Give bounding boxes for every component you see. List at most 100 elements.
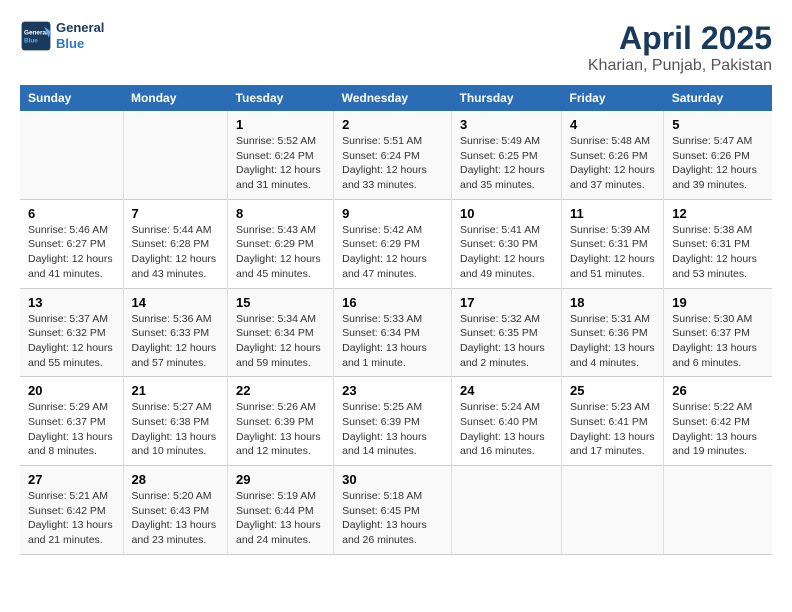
- day-info: Sunrise: 5:26 AMSunset: 6:39 PMDaylight:…: [236, 400, 325, 459]
- calendar-week-row: 13Sunrise: 5:37 AMSunset: 6:32 PMDayligh…: [20, 288, 772, 377]
- day-info: Sunrise: 5:36 AMSunset: 6:33 PMDaylight:…: [132, 312, 220, 371]
- day-number: 13: [28, 295, 115, 310]
- calendar-cell: [20, 111, 123, 199]
- title-area: April 2025 Kharian, Punjab, Pakistan: [588, 20, 772, 75]
- day-number: 27: [28, 472, 115, 487]
- calendar-cell: 12 Sunrise: 5:38 AMSunset: 6:31 PMDayligh…: [664, 199, 772, 288]
- calendar-cell: 22 Sunrise: 5:26 AMSunset: 6:39 PMDayligh…: [228, 377, 334, 466]
- day-number: 23: [342, 383, 443, 398]
- calendar-cell: 13Sunrise: 5:37 AMSunset: 6:32 PMDayligh…: [20, 288, 123, 377]
- day-info: Sunrise: 5:27 AMSunset: 6:38 PMDaylight:…: [132, 400, 220, 459]
- day-number: 24: [460, 383, 553, 398]
- calendar-cell: 8Sunrise: 5:43 AMSunset: 6:29 PMDaylight…: [228, 199, 334, 288]
- day-info: Sunrise: 5:23 AMSunset: 6:41 PMDaylight:…: [570, 400, 655, 459]
- day-info: Sunrise: 5:44 AMSunset: 6:28 PMDaylight:…: [132, 223, 220, 282]
- calendar-cell: 5 Sunrise: 5:47 AMSunset: 6:26 PMDaylight…: [664, 111, 772, 199]
- day-number: 9: [342, 206, 443, 221]
- calendar-cell: 1Sunrise: 5:52 AMSunset: 6:24 PMDaylight…: [228, 111, 334, 199]
- day-number: 18: [570, 295, 655, 310]
- calendar-week-row: 1Sunrise: 5:52 AMSunset: 6:24 PMDaylight…: [20, 111, 772, 199]
- day-number: 19: [672, 295, 764, 310]
- day-number: 20: [28, 383, 115, 398]
- calendar-cell: 19 Sunrise: 5:30 AMSunset: 6:37 PMDayligh…: [664, 288, 772, 377]
- day-info: Sunrise: 5:21 AMSunset: 6:42 PMDaylight:…: [28, 489, 115, 548]
- calendar-cell: 2 Sunrise: 5:51 AMSunset: 6:24 PMDaylight…: [334, 111, 452, 199]
- day-info: Sunrise: 5:30 AMSunset: 6:37 PMDaylight:…: [672, 312, 764, 371]
- calendar-cell: 24 Sunrise: 5:24 AMSunset: 6:40 PMDayligh…: [452, 377, 562, 466]
- day-info: Sunrise: 5:38 AMSunset: 6:31 PMDaylight:…: [672, 223, 764, 282]
- calendar-cell: [562, 466, 664, 555]
- calendar-week-row: 6 Sunrise: 5:46 AMSunset: 6:27 PMDaylight…: [20, 199, 772, 288]
- day-info: Sunrise: 5:39 AMSunset: 6:31 PMDaylight:…: [570, 223, 655, 282]
- logo-text: General Blue: [56, 20, 104, 51]
- calendar-header-row: SundayMondayTuesdayWednesdayThursdayFrid…: [20, 85, 772, 111]
- header-saturday: Saturday: [664, 85, 772, 111]
- day-number: 10: [460, 206, 553, 221]
- calendar-cell: [123, 111, 228, 199]
- day-info: Sunrise: 5:46 AMSunset: 6:27 PMDaylight:…: [28, 223, 115, 282]
- day-info: Sunrise: 5:42 AMSunset: 6:29 PMDaylight:…: [342, 223, 443, 282]
- day-info: Sunrise: 5:24 AMSunset: 6:40 PMDaylight:…: [460, 400, 553, 459]
- day-info: Sunrise: 5:33 AMSunset: 6:34 PMDaylight:…: [342, 312, 443, 371]
- calendar-cell: 14Sunrise: 5:36 AMSunset: 6:33 PMDayligh…: [123, 288, 228, 377]
- header-sunday: Sunday: [20, 85, 123, 111]
- header-monday: Monday: [123, 85, 228, 111]
- calendar-cell: 7Sunrise: 5:44 AMSunset: 6:28 PMDaylight…: [123, 199, 228, 288]
- calendar-week-row: 20 Sunrise: 5:29 AMSunset: 6:37 PMDayligh…: [20, 377, 772, 466]
- day-number: 21: [132, 383, 220, 398]
- day-info: Sunrise: 5:18 AMSunset: 6:45 PMDaylight:…: [342, 489, 443, 548]
- day-number: 22: [236, 383, 325, 398]
- header-wednesday: Wednesday: [334, 85, 452, 111]
- calendar-cell: 21 Sunrise: 5:27 AMSunset: 6:38 PMDayligh…: [123, 377, 228, 466]
- header-thursday: Thursday: [452, 85, 562, 111]
- day-info: Sunrise: 5:51 AMSunset: 6:24 PMDaylight:…: [342, 134, 443, 193]
- day-number: 2: [342, 117, 443, 132]
- calendar-cell: [664, 466, 772, 555]
- calendar-week-row: 27 Sunrise: 5:21 AMSunset: 6:42 PMDayligh…: [20, 466, 772, 555]
- header-tuesday: Tuesday: [228, 85, 334, 111]
- logo-icon: General Blue: [20, 20, 52, 52]
- day-number: 28: [132, 472, 220, 487]
- day-number: 8: [236, 206, 325, 221]
- calendar-cell: 27 Sunrise: 5:21 AMSunset: 6:42 PMDayligh…: [20, 466, 123, 555]
- day-number: 12: [672, 206, 764, 221]
- header-friday: Friday: [562, 85, 664, 111]
- calendar-cell: 17Sunrise: 5:32 AMSunset: 6:35 PMDayligh…: [452, 288, 562, 377]
- day-number: 1: [236, 117, 325, 132]
- day-info: Sunrise: 5:31 AMSunset: 6:36 PMDaylight:…: [570, 312, 655, 371]
- day-info: Sunrise: 5:20 AMSunset: 6:43 PMDaylight:…: [132, 489, 220, 548]
- calendar-table: SundayMondayTuesdayWednesdayThursdayFrid…: [20, 85, 772, 555]
- calendar-title: April 2025: [588, 20, 772, 57]
- day-info: Sunrise: 5:48 AMSunset: 6:26 PMDaylight:…: [570, 134, 655, 193]
- day-number: 4: [570, 117, 655, 132]
- calendar-cell: 28 Sunrise: 5:20 AMSunset: 6:43 PMDayligh…: [123, 466, 228, 555]
- day-number: 26: [672, 383, 764, 398]
- calendar-cell: 10 Sunrise: 5:41 AMSunset: 6:30 PMDayligh…: [452, 199, 562, 288]
- calendar-cell: 16Sunrise: 5:33 AMSunset: 6:34 PMDayligh…: [334, 288, 452, 377]
- calendar-cell: 6 Sunrise: 5:46 AMSunset: 6:27 PMDaylight…: [20, 199, 123, 288]
- day-info: Sunrise: 5:47 AMSunset: 6:26 PMDaylight:…: [672, 134, 764, 193]
- day-info: Sunrise: 5:49 AMSunset: 6:25 PMDaylight:…: [460, 134, 553, 193]
- day-info: Sunrise: 5:41 AMSunset: 6:30 PMDaylight:…: [460, 223, 553, 282]
- day-number: 5: [672, 117, 764, 132]
- calendar-cell: 26Sunrise: 5:22 AMSunset: 6:42 PMDayligh…: [664, 377, 772, 466]
- calendar-cell: 25 Sunrise: 5:23 AMSunset: 6:41 PMDayligh…: [562, 377, 664, 466]
- day-number: 25: [570, 383, 655, 398]
- calendar-cell: 15Sunrise: 5:34 AMSunset: 6:34 PMDayligh…: [228, 288, 334, 377]
- svg-text:General: General: [24, 29, 48, 36]
- day-number: 6: [28, 206, 115, 221]
- day-number: 15: [236, 295, 325, 310]
- calendar-cell: 9 Sunrise: 5:42 AMSunset: 6:29 PMDaylight…: [334, 199, 452, 288]
- day-number: 3: [460, 117, 553, 132]
- calendar-cell: 4 Sunrise: 5:48 AMSunset: 6:26 PMDaylight…: [562, 111, 664, 199]
- day-info: Sunrise: 5:29 AMSunset: 6:37 PMDaylight:…: [28, 400, 115, 459]
- calendar-cell: 18 Sunrise: 5:31 AMSunset: 6:36 PMDayligh…: [562, 288, 664, 377]
- calendar-cell: 23Sunrise: 5:25 AMSunset: 6:39 PMDayligh…: [334, 377, 452, 466]
- day-number: 30: [342, 472, 443, 487]
- page-header: General Blue General Blue April 2025 Kha…: [20, 20, 772, 75]
- calendar-subtitle: Kharian, Punjab, Pakistan: [588, 57, 772, 75]
- calendar-cell: [452, 466, 562, 555]
- day-number: 17: [460, 295, 553, 310]
- calendar-cell: 20 Sunrise: 5:29 AMSunset: 6:37 PMDayligh…: [20, 377, 123, 466]
- calendar-cell: 29Sunrise: 5:19 AMSunset: 6:44 PMDayligh…: [228, 466, 334, 555]
